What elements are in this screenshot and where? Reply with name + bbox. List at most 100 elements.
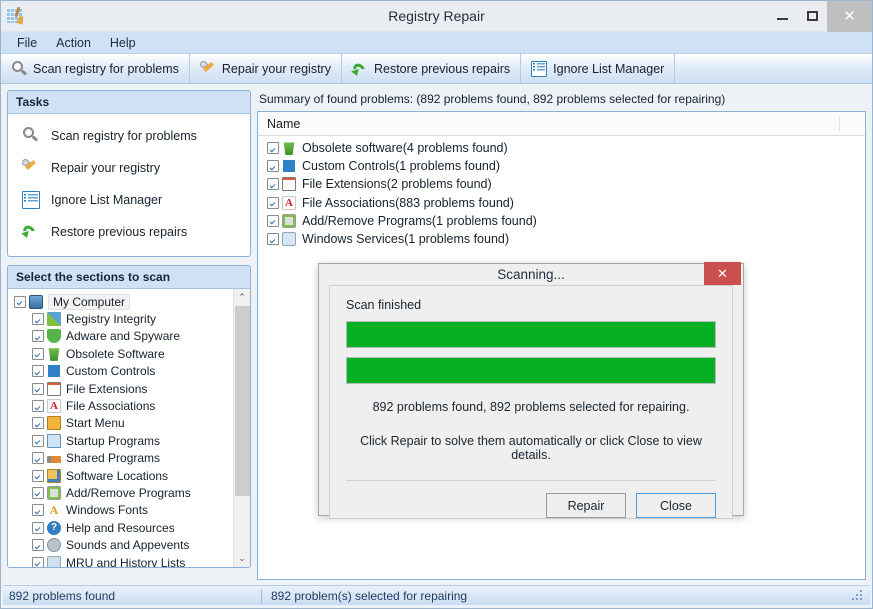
- list-icon: [22, 191, 40, 209]
- tree-row-software-locations[interactable]: Software Locations: [8, 467, 233, 484]
- sidebar-item-restore-repairs[interactable]: Restore previous repairs: [8, 216, 250, 248]
- checkbox[interactable]: [32, 556, 44, 567]
- checkbox[interactable]: [32, 452, 44, 465]
- overall-progress-bar: [346, 321, 716, 348]
- repair-button[interactable]: Repair: [546, 493, 626, 518]
- toolbar-repair-registry-label: Repair your registry: [221, 61, 331, 76]
- table-row[interactable]: Custom Controls(1 problems found): [258, 157, 865, 175]
- tree-row-shared-programs[interactable]: Shared Programs: [8, 450, 233, 467]
- toolbar-repair-registry-button[interactable]: Repair your registry: [190, 53, 342, 84]
- toolbar-scan-registry-button[interactable]: Scan registry for problems: [1, 53, 190, 84]
- tree-row-obsolete-software[interactable]: Obsolete Software: [8, 345, 233, 362]
- maximize-button[interactable]: [797, 1, 827, 32]
- table-row[interactable]: Obsolete software(4 problems found): [258, 139, 865, 157]
- sections-panel-header: Select the sections to scan: [8, 266, 250, 289]
- tree-row-label: Adware and Spyware: [66, 329, 181, 344]
- close-button[interactable]: ✕: [827, 0, 872, 32]
- tree-row-mru-history[interactable]: MRU and History Lists: [8, 554, 233, 567]
- menu-help[interactable]: Help: [102, 34, 144, 52]
- checkbox[interactable]: [32, 400, 44, 413]
- scroll-down-icon[interactable]: ⌄: [234, 550, 251, 567]
- file-extension-icon: [47, 381, 61, 396]
- toolbar-ignore-list-button[interactable]: Ignore List Manager: [521, 53, 676, 84]
- checkbox[interactable]: [32, 469, 44, 482]
- registry-broom-icon: [6, 5, 28, 27]
- table-row[interactable]: Windows Services(1 problems found): [258, 230, 865, 248]
- toolbar-restore-repairs-button[interactable]: Restore previous repairs: [342, 53, 522, 84]
- scrollbar-track[interactable]: [234, 306, 251, 550]
- sections-tree: My Computer Registry Integrity Adware an…: [8, 289, 250, 567]
- resize-grip[interactable]: [852, 589, 866, 602]
- checkbox[interactable]: [32, 486, 44, 499]
- checkbox[interactable]: [32, 504, 44, 517]
- sidebar-item-label: Ignore List Manager: [51, 193, 163, 207]
- checkbox[interactable]: [32, 382, 44, 395]
- tree-row-label: MRU and History Lists: [66, 555, 186, 567]
- registry-blocks-icon: [47, 312, 61, 327]
- table-row[interactable]: A File Associations(883 problems found): [258, 194, 865, 212]
- tree-row-windows-fonts[interactable]: A Windows Fonts: [8, 502, 233, 519]
- tree-row-custom-controls[interactable]: Custom Controls: [8, 363, 233, 380]
- sections-tree-scrollbar[interactable]: ⌃ ⌄: [233, 289, 250, 567]
- tree-row-label: Shared Programs: [66, 451, 161, 466]
- checkbox[interactable]: [32, 539, 44, 552]
- wrench-icon: [198, 59, 216, 77]
- checkbox[interactable]: [32, 347, 44, 360]
- checkbox[interactable]: [32, 434, 44, 447]
- toolbar: Scan registry for problems Repair your r…: [1, 53, 872, 84]
- checkbox[interactable]: [267, 142, 279, 155]
- start-menu-icon: [47, 416, 61, 431]
- checkbox[interactable]: [32, 521, 44, 534]
- tree-row-help-resources[interactable]: ? Help and Resources: [8, 519, 233, 536]
- tree-row-registry-integrity[interactable]: Registry Integrity: [8, 310, 233, 327]
- checkbox[interactable]: [14, 295, 26, 308]
- checkbox[interactable]: [267, 214, 279, 227]
- sidebar-item-scan-registry[interactable]: Scan registry for problems: [8, 120, 250, 152]
- tree-row-startup-programs[interactable]: Startup Programs: [8, 432, 233, 449]
- blue-blocks-icon: [282, 159, 296, 174]
- toolbar-restore-repairs-label: Restore previous repairs: [373, 61, 511, 76]
- startup-window-icon: [47, 433, 61, 448]
- sections-tree-scrollarea: My Computer Registry Integrity Adware an…: [8, 289, 233, 567]
- checkbox[interactable]: [267, 233, 279, 246]
- menu-action[interactable]: Action: [48, 34, 99, 52]
- column-header-name[interactable]: Name: [258, 116, 840, 131]
- checkbox[interactable]: [32, 330, 44, 343]
- addremove-icon: [282, 213, 296, 228]
- sidebar-item-label: Restore previous repairs: [51, 225, 188, 239]
- scrollbar-thumb[interactable]: [234, 306, 250, 496]
- sidebar: Tasks Scan registry for problems Repair …: [7, 90, 251, 580]
- tree-row-label: Custom Controls: [66, 364, 156, 379]
- tree-row-file-extensions[interactable]: File Extensions: [8, 380, 233, 397]
- table-row-label: File Associations(883 problems found): [302, 195, 514, 210]
- checkbox[interactable]: [267, 178, 279, 191]
- scroll-up-icon[interactable]: ⌃: [234, 289, 251, 306]
- tree-row-add-remove-programs[interactable]: Add/Remove Programs: [8, 484, 233, 501]
- sections-panel: Select the sections to scan My Computer …: [7, 265, 251, 568]
- tree-row-my-computer[interactable]: My Computer: [8, 293, 233, 310]
- sidebar-item-ignore-list[interactable]: Ignore List Manager: [8, 184, 250, 216]
- shared-programs-icon: [47, 456, 61, 464]
- minimize-button[interactable]: [767, 1, 797, 32]
- tree-row-adware-spyware[interactable]: Adware and Spyware: [8, 328, 233, 345]
- checkbox[interactable]: [32, 365, 44, 378]
- checkbox[interactable]: [267, 196, 279, 209]
- tasks-panel: Tasks Scan registry for problems Repair …: [7, 90, 251, 257]
- table-row[interactable]: File Extensions(2 problems found): [258, 175, 865, 193]
- status-problems-selected: 892 problem(s) selected for repairing: [271, 588, 468, 603]
- checkbox[interactable]: [32, 313, 44, 326]
- tree-row-file-associations[interactable]: A File Associations: [8, 397, 233, 414]
- checkbox[interactable]: [267, 160, 279, 173]
- table-row-label: Add/Remove Programs(1 problems found): [302, 213, 537, 228]
- window-controls: ✕: [767, 0, 872, 32]
- close-dialog-button[interactable]: Close: [636, 493, 716, 518]
- tree-row-sounds-appevents[interactable]: Sounds and Appevents: [8, 536, 233, 553]
- checkbox[interactable]: [32, 417, 44, 430]
- dialog-body: Scan finished 892 problems found, 892 pr…: [329, 285, 733, 519]
- services-icon: [282, 232, 296, 247]
- sidebar-item-repair-registry[interactable]: Repair your registry: [8, 152, 250, 184]
- tree-row-label: Registry Integrity: [66, 312, 157, 327]
- tree-row-start-menu[interactable]: Start Menu: [8, 415, 233, 432]
- menu-file[interactable]: File: [9, 34, 45, 52]
- table-row[interactable]: Add/Remove Programs(1 problems found): [258, 212, 865, 230]
